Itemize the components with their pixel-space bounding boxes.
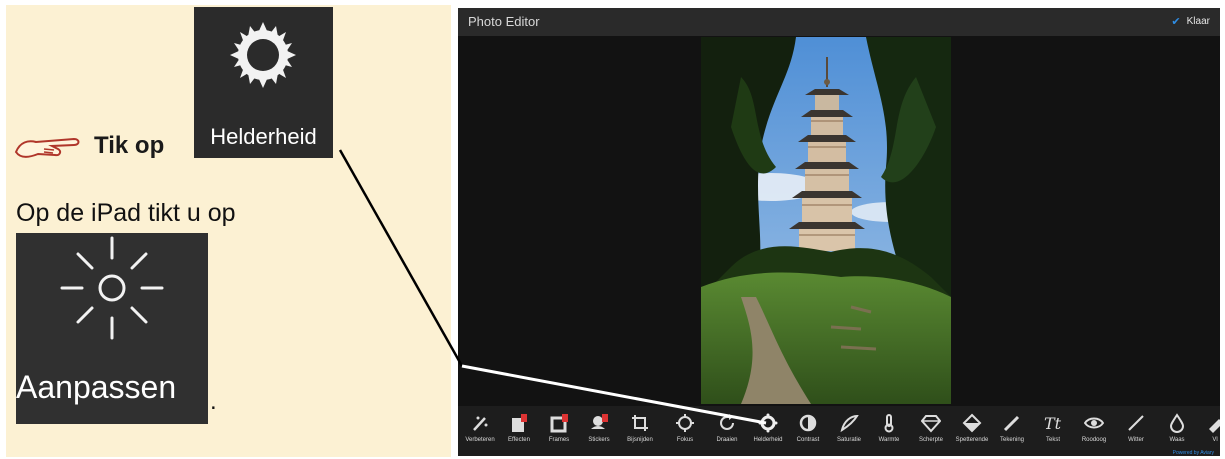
tool-label: Effecten — [508, 437, 530, 443]
tool-roodoog[interactable]: Roodoog — [1072, 409, 1116, 453]
tool-tekening[interactable]: Tekening — [990, 409, 1034, 453]
focus-icon — [676, 414, 694, 432]
tool-tekst[interactable]: Tt Tekst — [1031, 409, 1075, 453]
tool-fokus[interactable]: Fokus — [663, 409, 707, 453]
text-icon: Tt — [1044, 414, 1062, 433]
brightness-icon — [758, 413, 778, 433]
helderheid-label: Helderheid — [210, 124, 317, 149]
tool-label: Fokus — [676, 437, 694, 443]
tool-label: Stickers — [588, 437, 610, 443]
tool-spetterende[interactable]: Spetterende — [950, 409, 994, 453]
tool-label: Spetterende — [955, 437, 989, 443]
splash-icon — [962, 413, 982, 433]
crop-icon — [632, 415, 648, 431]
drop-icon — [1169, 413, 1185, 433]
helderheid-button-image: Helderheid — [194, 7, 333, 158]
tool-label: Frames — [548, 437, 570, 443]
editor-title: Photo Editor — [468, 14, 540, 29]
tool-label: Bijsnijden — [627, 437, 653, 443]
tap-instruction: Tik op — [14, 126, 164, 166]
magic-wand-icon — [473, 416, 488, 431]
thermometer-icon — [884, 414, 894, 433]
pagoda-photo — [701, 37, 951, 404]
tool-label: Vl — [1212, 437, 1218, 443]
effects-icon — [512, 414, 527, 432]
tool-label: Tekening — [999, 437, 1025, 443]
tool-label: Saturatie — [836, 437, 861, 443]
tool-saturatie[interactable]: Saturatie — [827, 409, 871, 453]
tool-scherpte[interactable]: Scherpte — [909, 409, 953, 453]
sun-icon — [60, 236, 164, 340]
powered-by: Powered by Aviary — [1172, 450, 1214, 456]
tool-warmte[interactable]: Warmte — [867, 409, 911, 453]
svg-text:Tt: Tt — [1044, 414, 1062, 433]
tool-vlekken[interactable]: Vl — [1193, 409, 1220, 453]
tool-label: Scherpte — [918, 437, 943, 443]
diamond-icon — [921, 415, 941, 433]
tool-verbeteren[interactable]: Verbeteren — [458, 409, 502, 453]
editor-header: Photo Editor ✔ Klaar — [458, 8, 1220, 36]
photo-canvas — [701, 37, 951, 404]
tool-helderheid[interactable]: Helderheid — [746, 409, 790, 453]
aanpassen-label: Aanpassen — [16, 369, 177, 405]
editor-toolbar: Verbeteren Effecten Frames Stickers Bijs… — [458, 406, 1220, 456]
sticker-icon — [591, 414, 608, 429]
tool-frames[interactable]: Frames — [537, 409, 581, 453]
whiten-icon — [1128, 415, 1144, 431]
aanpassen-button-image: Aanpassen — [16, 233, 208, 424]
tool-bijsnijden[interactable]: Bijsnijden — [618, 409, 662, 453]
ipad-instruction: Op de iPad tikt u op — [16, 199, 236, 227]
tool-label: Helderheid — [753, 437, 783, 443]
tool-draaien[interactable]: Draaien — [705, 409, 749, 453]
tool-label: Contrast — [796, 437, 820, 443]
tool-label: Witter — [1128, 437, 1144, 443]
tool-label: Warmte — [878, 437, 900, 443]
blemish-icon — [1209, 419, 1220, 433]
photo-editor-screenshot: Photo Editor ✔ Klaar Verbeteren Effecten… — [458, 8, 1220, 456]
checkmark-icon: ✔ — [1171, 16, 1181, 28]
eye-icon — [1084, 417, 1104, 429]
pencil-icon — [1003, 415, 1020, 432]
tool-stickers[interactable]: Stickers — [577, 409, 621, 453]
frame-icon — [550, 414, 568, 433]
tool-label: Draaien — [716, 437, 738, 443]
tool-witter[interactable]: Witter — [1114, 409, 1158, 453]
done-button[interactable]: ✔ Klaar — [1171, 15, 1210, 28]
tap-text: Tik op — [94, 132, 165, 159]
brightness-gear-icon — [230, 22, 296, 88]
contrast-icon — [799, 414, 817, 432]
tool-contrast[interactable]: Contrast — [786, 409, 830, 453]
tool-label: Roodoog — [1081, 437, 1107, 443]
done-label: Klaar — [1186, 16, 1210, 27]
pointing-hand-icon — [14, 137, 80, 158]
tool-label: Tekst — [1045, 437, 1060, 443]
tool-effecten[interactable]: Effecten — [497, 409, 541, 453]
rotate-icon — [720, 414, 734, 430]
saturation-icon — [840, 414, 859, 433]
trailing-period: . — [210, 388, 217, 415]
tool-label: Verbeteren — [465, 437, 495, 443]
